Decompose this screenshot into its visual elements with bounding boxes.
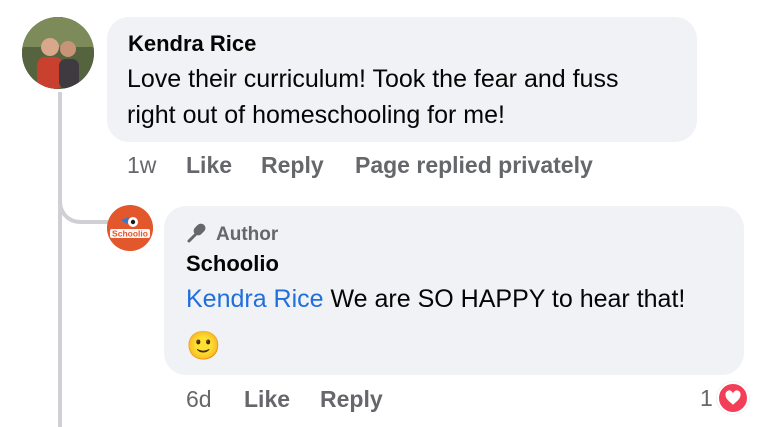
schoolio-logo: Schoolio	[107, 205, 153, 251]
comment-timestamp[interactable]: 1w	[127, 152, 156, 179]
comment-text-line1: Love their curriculum! Took the fear and…	[127, 65, 619, 93]
reply-button[interactable]: Reply	[320, 386, 383, 413]
avatar[interactable]: Schoolio	[107, 205, 153, 251]
reply-message: We are SO HAPPY to hear that!	[323, 285, 686, 313]
mention-link[interactable]: Kendra Rice	[186, 285, 324, 313]
smiley-emoji: 🙂	[186, 330, 221, 361]
reply-button[interactable]: Reply	[261, 152, 324, 179]
profile-photo	[22, 17, 94, 89]
like-button[interactable]: Like	[186, 152, 232, 179]
page-replied-privately-label: Page replied privately	[355, 152, 593, 178]
comment-author[interactable]: Kendra Rice	[128, 31, 256, 57]
reply-timestamp[interactable]: 6d	[186, 386, 212, 413]
thread-line	[58, 92, 62, 427]
thread-connector	[58, 180, 108, 224]
svg-text:Schoolio: Schoolio	[112, 229, 148, 239]
reply-author[interactable]: Schoolio	[186, 251, 279, 277]
microphone-icon	[186, 220, 210, 249]
heart-icon	[716, 382, 749, 414]
reaction-summary[interactable]: 1	[700, 382, 749, 414]
reaction-count: 1	[700, 384, 713, 411]
reply-text: Kendra Rice We are SO HAPPY to hear that…	[186, 281, 685, 317]
comment-text-line2: right out of homeschooling for me!	[127, 101, 505, 129]
author-badge-label: Author	[216, 223, 279, 245]
like-button[interactable]: Like	[244, 386, 290, 413]
avatar[interactable]	[22, 17, 94, 89]
author-badge: Author	[186, 220, 278, 249]
